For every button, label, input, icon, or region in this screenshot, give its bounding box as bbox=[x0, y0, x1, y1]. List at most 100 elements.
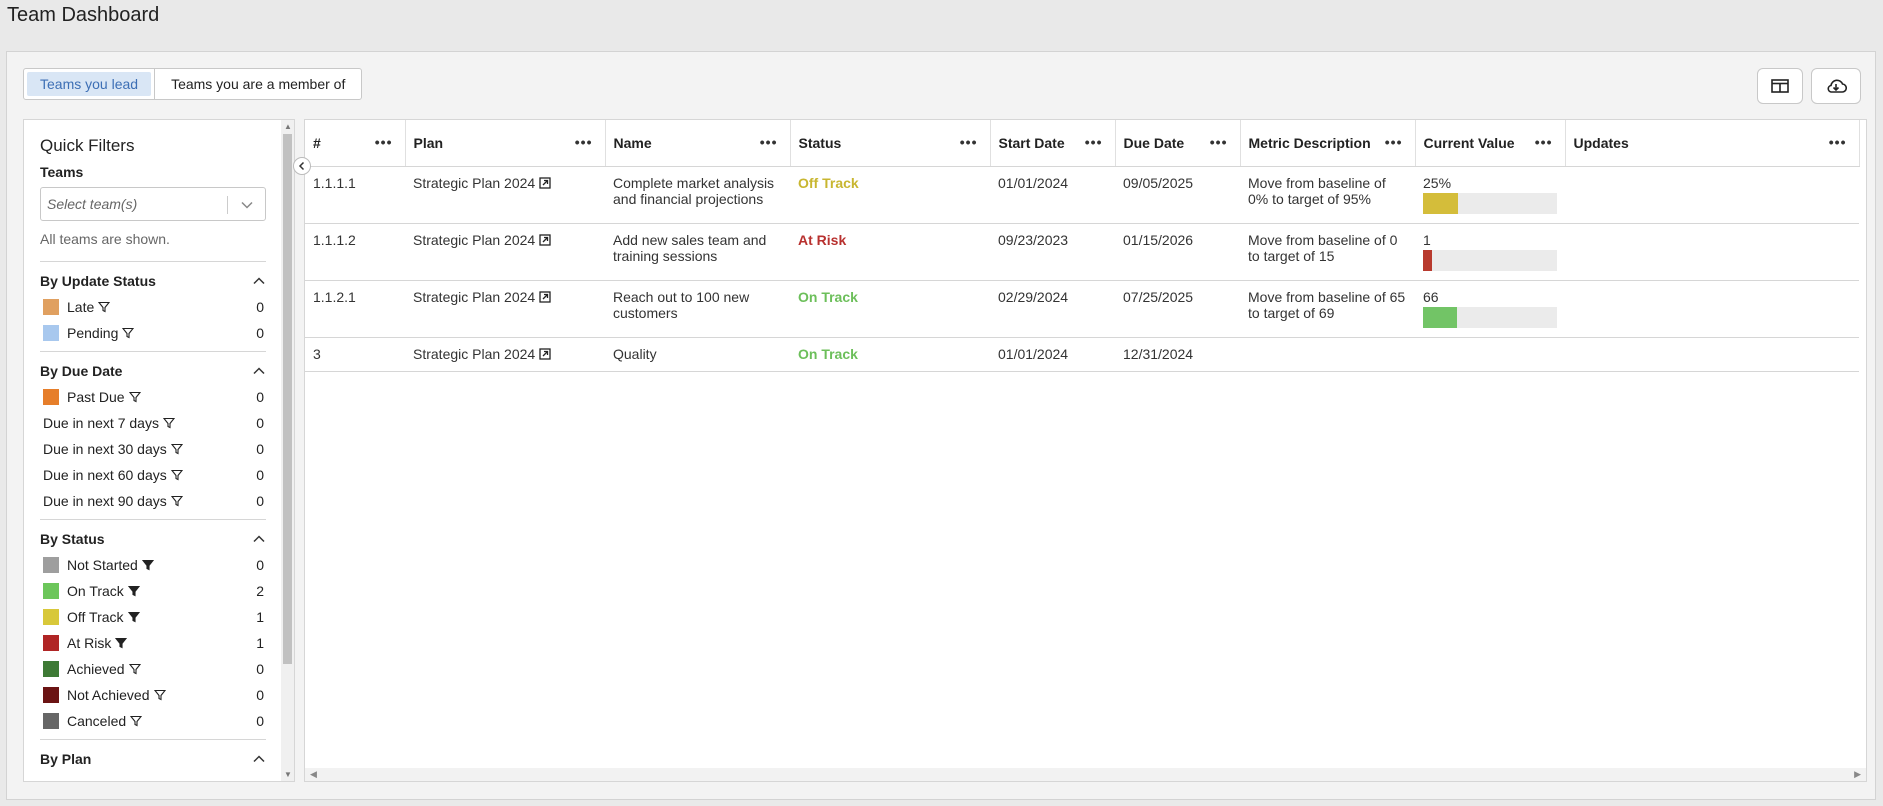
filter-row[interactable]: Due in next 60 days 0 bbox=[40, 462, 266, 488]
chevron-up-icon[interactable] bbox=[252, 364, 266, 378]
column-menu-icon[interactable]: ••• bbox=[1535, 134, 1553, 150]
table-row[interactable]: 1.1.2.1 Strategic Plan 2024 Reach out to 1… bbox=[305, 280, 1859, 338]
filter-row[interactable]: Late 0 bbox=[40, 294, 266, 320]
filter-count: 0 bbox=[256, 389, 264, 405]
filter-row[interactable]: Due in next 7 days 0 bbox=[40, 410, 266, 436]
cell-start-date: 01/01/2024 bbox=[990, 337, 1115, 372]
table-row[interactable]: 3 Strategic Plan 2024 Quality On Track 01/01… bbox=[305, 337, 1859, 372]
sidebar-scroll-thumb[interactable] bbox=[283, 134, 292, 664]
scroll-left-icon[interactable]: ◀ bbox=[310, 769, 317, 780]
filter-funnel-icon[interactable] bbox=[127, 611, 140, 623]
column-header[interactable]: Current Value ••• bbox=[1415, 120, 1566, 167]
scroll-up-icon[interactable]: ▲ bbox=[284, 122, 292, 131]
plan-link[interactable]: Strategic Plan 2024 bbox=[413, 346, 535, 362]
column-header[interactable]: Name ••• bbox=[605, 120, 791, 167]
column-menu-icon[interactable]: ••• bbox=[960, 134, 978, 150]
column-header[interactable]: Start Date ••• bbox=[990, 120, 1116, 167]
filter-funnel-icon[interactable] bbox=[115, 637, 128, 649]
column-header[interactable]: Metric Description ••• bbox=[1240, 120, 1416, 167]
filter-row[interactable]: On Track 2 bbox=[40, 578, 266, 604]
column-header[interactable]: Plan ••• bbox=[405, 120, 606, 167]
section-title: By Due Date bbox=[40, 363, 123, 379]
status-swatch bbox=[43, 389, 59, 405]
section-header[interactable]: By Update Status bbox=[40, 271, 266, 291]
filter-row[interactable]: Achieved 0 bbox=[40, 656, 266, 682]
filter-row[interactable]: Not Achieved 0 bbox=[40, 682, 266, 708]
filter-funnel-icon[interactable] bbox=[170, 495, 183, 507]
filter-funnel-icon[interactable] bbox=[141, 559, 154, 571]
grid-horizontal-scrollbar[interactable]: ◀ ▶ bbox=[305, 768, 1866, 781]
filter-funnel-icon[interactable] bbox=[128, 391, 141, 403]
plan-link[interactable]: Strategic Plan 2024 bbox=[413, 175, 535, 191]
tab-teams-you-lead[interactable]: Teams you lead bbox=[27, 72, 152, 96]
filter-row[interactable]: Canceled 0 bbox=[40, 708, 266, 734]
cell-updates[interactable] bbox=[1565, 337, 1859, 372]
column-menu-icon[interactable]: ••• bbox=[1385, 134, 1403, 150]
sidebar-scrollbar[interactable]: ▲ ▼ bbox=[281, 120, 294, 781]
column-menu-icon[interactable]: ••• bbox=[575, 134, 593, 150]
column-header[interactable]: Updates ••• bbox=[1565, 120, 1860, 167]
plan-link[interactable]: Strategic Plan 2024 bbox=[413, 289, 535, 305]
section-header[interactable]: By Status bbox=[40, 529, 266, 549]
scroll-down-icon[interactable]: ▼ bbox=[284, 770, 292, 779]
filter-label: Achieved bbox=[67, 661, 125, 677]
column-title: Start Date bbox=[998, 134, 1065, 151]
chevron-up-icon[interactable] bbox=[252, 532, 266, 546]
section-header[interactable]: By Plan bbox=[40, 749, 266, 769]
cell-name[interactable]: Complete market analysis and financial p… bbox=[605, 166, 790, 224]
column-header[interactable]: # ••• bbox=[305, 120, 406, 167]
column-header[interactable]: Due Date ••• bbox=[1115, 120, 1241, 167]
filter-label: At Risk bbox=[67, 635, 112, 651]
filter-row[interactable]: Off Track 1 bbox=[40, 604, 266, 630]
filter-row[interactable]: Pending 0 bbox=[40, 320, 266, 346]
table-row[interactable]: 1.1.1.1 Strategic Plan 2024 Complete marke… bbox=[305, 166, 1859, 224]
filter-funnel-icon[interactable] bbox=[130, 715, 143, 727]
teams-label: Teams bbox=[40, 164, 84, 180]
external-link-icon[interactable] bbox=[539, 347, 551, 360]
status-text: On Track bbox=[798, 288, 858, 305]
filter-funnel-icon[interactable] bbox=[153, 689, 166, 701]
filter-row[interactable]: Due in next 90 days 0 bbox=[40, 488, 266, 514]
filter-row[interactable]: Past Due 0 bbox=[40, 384, 266, 410]
section-title: By Update Status bbox=[40, 273, 156, 289]
columns-button[interactable] bbox=[1757, 68, 1803, 104]
progress-bar bbox=[1423, 192, 1557, 214]
column-menu-icon[interactable]: ••• bbox=[760, 134, 778, 150]
status-swatch bbox=[43, 557, 59, 573]
external-link-icon[interactable] bbox=[539, 233, 551, 246]
filter-row[interactable]: At Risk 1 bbox=[40, 630, 266, 656]
cell-updates[interactable] bbox=[1565, 280, 1859, 338]
chevron-up-icon[interactable] bbox=[252, 274, 266, 288]
filter-funnel-icon[interactable] bbox=[122, 327, 135, 339]
plan-link[interactable]: Strategic Plan 2024 bbox=[413, 232, 535, 248]
chevron-down-icon[interactable] bbox=[240, 198, 254, 212]
column-header[interactable]: Status ••• bbox=[790, 120, 991, 167]
column-menu-icon[interactable]: ••• bbox=[1829, 134, 1847, 150]
external-link-icon[interactable] bbox=[539, 290, 551, 303]
chevron-up-icon[interactable] bbox=[252, 752, 266, 766]
external-link-icon[interactable] bbox=[539, 176, 551, 189]
section-header[interactable]: By Due Date bbox=[40, 361, 266, 381]
filter-funnel-icon[interactable] bbox=[170, 443, 183, 455]
scroll-right-icon[interactable]: ▶ bbox=[1854, 769, 1861, 780]
tab-teams-member-of[interactable]: Teams you are a member of bbox=[154, 69, 361, 99]
column-menu-icon[interactable]: ••• bbox=[1210, 134, 1228, 150]
team-select[interactable]: Select team(s) bbox=[40, 187, 266, 221]
filter-funnel-icon[interactable] bbox=[98, 301, 111, 313]
column-menu-icon[interactable]: ••• bbox=[375, 134, 393, 150]
filter-funnel-icon[interactable] bbox=[127, 585, 140, 597]
collapse-sidebar-button[interactable] bbox=[293, 157, 311, 175]
filter-funnel-icon[interactable] bbox=[128, 663, 141, 675]
download-button[interactable] bbox=[1811, 68, 1861, 104]
filter-funnel-icon[interactable] bbox=[170, 469, 183, 481]
cell-updates[interactable] bbox=[1565, 223, 1859, 281]
filter-row[interactable]: Due in next 30 days 0 bbox=[40, 436, 266, 462]
column-menu-icon[interactable]: ••• bbox=[1085, 134, 1103, 150]
cell-updates[interactable] bbox=[1565, 166, 1859, 224]
filter-row[interactable]: Not Started 0 bbox=[40, 552, 266, 578]
table-row[interactable]: 1.1.1.2 Strategic Plan 2024 Add new sales … bbox=[305, 223, 1859, 281]
cell-name[interactable]: Quality bbox=[605, 337, 790, 372]
cell-name[interactable]: Add new sales team and training sessions bbox=[605, 223, 790, 281]
filter-funnel-icon[interactable] bbox=[162, 417, 175, 429]
cell-name[interactable]: Reach out to 100 new customers bbox=[605, 280, 790, 338]
